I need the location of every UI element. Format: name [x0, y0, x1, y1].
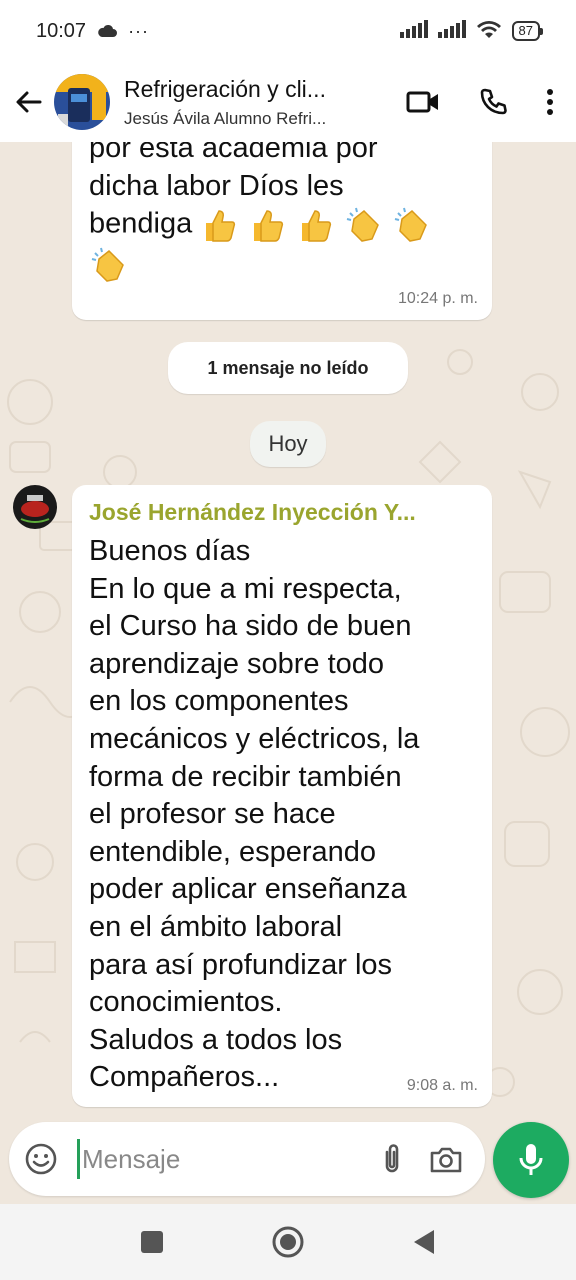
attach-button[interactable] [365, 1122, 419, 1196]
chat-title[interactable]: Refrigeración y cli... [124, 76, 364, 103]
message-composer [9, 1122, 485, 1196]
wifi-icon [476, 19, 502, 44]
status-more-indicator: ··· [128, 20, 150, 41]
group-avatar[interactable] [54, 74, 110, 130]
triangle-back-icon [414, 1230, 434, 1254]
clapping-hands-emoji-icon [91, 247, 124, 283]
system-navigation-bar [0, 1204, 576, 1280]
chat-subtitle[interactable]: Jesús Ávila Alumno Refri... [124, 109, 364, 129]
circle-icon [272, 1226, 304, 1258]
video-camera-icon [406, 91, 438, 113]
video-call-button[interactable] [394, 72, 452, 132]
message-input-wrapper[interactable] [77, 1137, 365, 1181]
date-separator: Hoy [250, 421, 326, 467]
camera-icon [430, 1147, 462, 1173]
thumbs-up-emoji-icon [206, 210, 236, 242]
camera-button[interactable] [419, 1122, 473, 1196]
back-nav-button[interactable] [404, 1222, 444, 1262]
more-options-button[interactable] [530, 72, 570, 132]
voice-call-button[interactable] [464, 72, 522, 132]
emoji-row [200, 205, 432, 245]
text-cursor [77, 1139, 80, 1179]
square-icon [141, 1231, 163, 1253]
smiley-icon [25, 1143, 57, 1175]
thumbs-up-emoji-icon [254, 210, 284, 242]
message-bubble[interactable]: por esta academia por dicha labor Díos l… [72, 142, 492, 320]
message-timestamp: 9:08 a. m. [406, 1077, 478, 1094]
microphone-icon [519, 1144, 543, 1175]
clapping-hands-emoji-icon [395, 207, 428, 243]
message-text: Buenos días En lo que a mi respecta, el … [89, 535, 420, 1094]
chat-area[interactable]: por esta academia por dicha labor Díos l… [0, 142, 576, 1122]
back-button[interactable] [2, 62, 54, 142]
message-bubble[interactable]: José Hernández Inyección Y... Buenos día… [72, 485, 492, 1107]
unread-messages-banner: 1 mensaje no leído [168, 342, 408, 394]
message-text: por esta academia por dicha labor Díos l… [89, 142, 476, 285]
chat-header: Refrigeración y cli... Jesús Ávila Alumn… [0, 62, 576, 142]
signal-icon-2 [437, 19, 466, 43]
clapping-hands-emoji-icon [347, 207, 380, 243]
message-sender-name[interactable]: José Hernández Inyección Y... [89, 495, 476, 529]
phone-icon [480, 88, 507, 115]
emoji-button[interactable] [9, 1122, 73, 1196]
status-bar: 10:07 ··· 87 [0, 0, 576, 62]
message-input[interactable] [82, 1143, 322, 1175]
signal-icon [399, 19, 428, 43]
sender-avatar[interactable] [13, 485, 57, 529]
recents-button[interactable] [132, 1222, 172, 1262]
arrow-left-icon [16, 91, 42, 113]
message-timestamp: 10:24 p. m. [397, 290, 478, 307]
status-time: 10:07 [36, 19, 87, 42]
paperclip-icon [385, 1144, 399, 1173]
thumbs-up-emoji-icon [302, 210, 332, 242]
battery-indicator: 87 [511, 21, 544, 41]
cloud-icon [96, 24, 118, 38]
more-vertical-icon [547, 89, 553, 115]
home-button[interactable] [268, 1222, 308, 1262]
voice-message-button[interactable] [493, 1122, 569, 1198]
